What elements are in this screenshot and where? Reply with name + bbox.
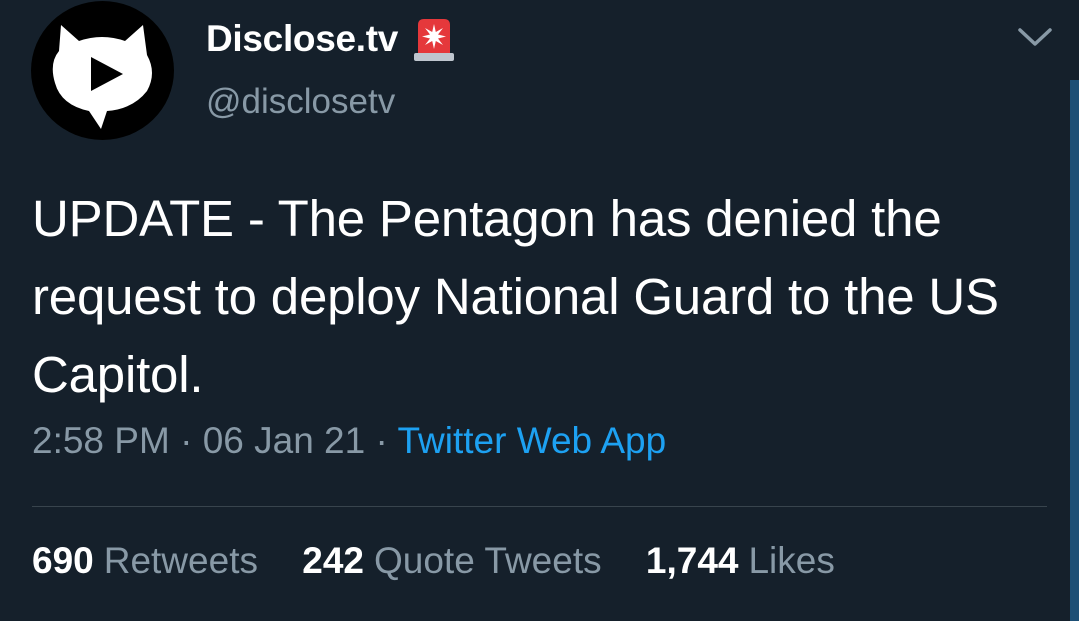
tweet-date[interactable]: 06 Jan 21 (203, 420, 366, 461)
retweets-label: Retweets (103, 540, 258, 581)
tweet-stats: 690 Retweets 242 Quote Tweets 1,744 Likes (32, 540, 869, 582)
tweet-meta: 2:58 PM · 06 Jan 21 · Twitter Web App (32, 420, 666, 462)
retweets-stat[interactable]: 690 Retweets (32, 540, 258, 581)
avatar[interactable] (31, 1, 174, 140)
retweets-count: 690 (32, 540, 94, 581)
tweet-card: Disclose.tv @disclosetv UPDATE - The Pen… (0, 0, 1079, 621)
likes-label: Likes (748, 540, 835, 581)
display-name[interactable]: Disclose.tv (206, 18, 398, 60)
likes-stat[interactable]: 1,744 Likes (646, 540, 835, 581)
account-handle[interactable]: @disclosetv (206, 82, 395, 122)
tweet-time[interactable]: 2:58 PM (32, 420, 170, 461)
divider (32, 506, 1047, 507)
quote-tweets-stat[interactable]: 242 Quote Tweets (302, 540, 601, 581)
tweet-text: UPDATE - The Pentagon has denied the req… (32, 190, 999, 403)
chevron-down-icon[interactable] (1014, 22, 1056, 52)
siren-icon (414, 19, 455, 61)
cat-play-logo-icon (52, 25, 152, 129)
meta-separator: · (375, 420, 388, 461)
quote-tweets-count: 242 (302, 540, 364, 581)
likes-count: 1,744 (645, 540, 739, 581)
name-row: Disclose.tv (206, 14, 458, 64)
scrollbar[interactable] (1070, 80, 1079, 621)
tweet-source-link[interactable]: Twitter Web App (397, 420, 666, 461)
meta-separator: · (180, 420, 193, 461)
quote-tweets-label: Quote Tweets (373, 540, 602, 581)
